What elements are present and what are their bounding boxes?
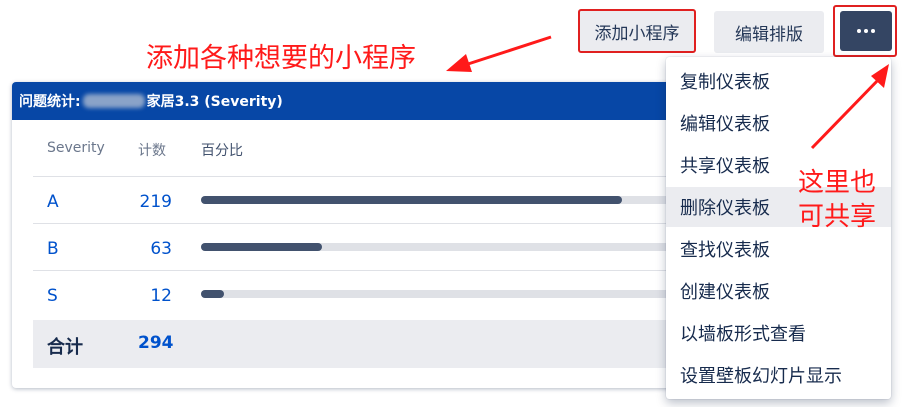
arrow-to-more-button-shaft (810, 76, 882, 150)
arrow-to-add-button-head (446, 54, 472, 72)
arrow-to-add-button-shaft (467, 35, 552, 66)
annotation-arrows (446, 35, 889, 150)
